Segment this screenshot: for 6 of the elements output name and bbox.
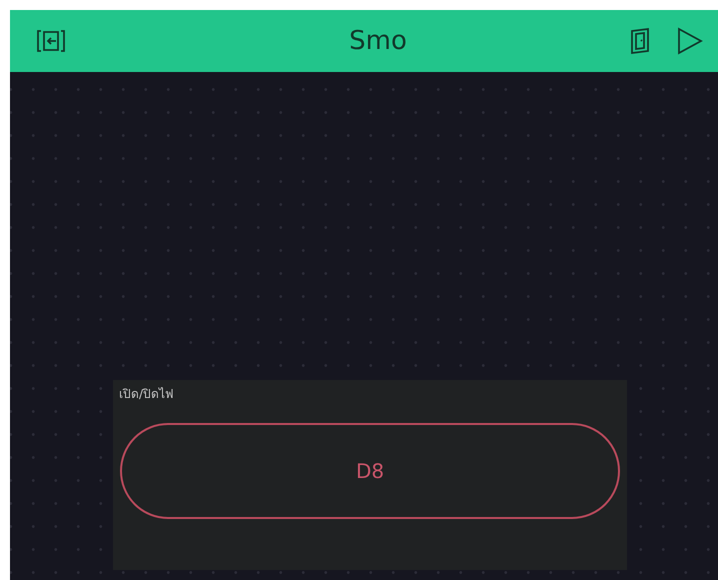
widget-label: เปิด/ปิดไฟ [119, 386, 174, 403]
door-icon[interactable] [630, 27, 650, 55]
play-icon[interactable] [676, 26, 704, 56]
project-title: Smo [348, 26, 408, 56]
exit-icon[interactable] [36, 28, 66, 54]
pin-button[interactable]: D8 [120, 423, 620, 519]
